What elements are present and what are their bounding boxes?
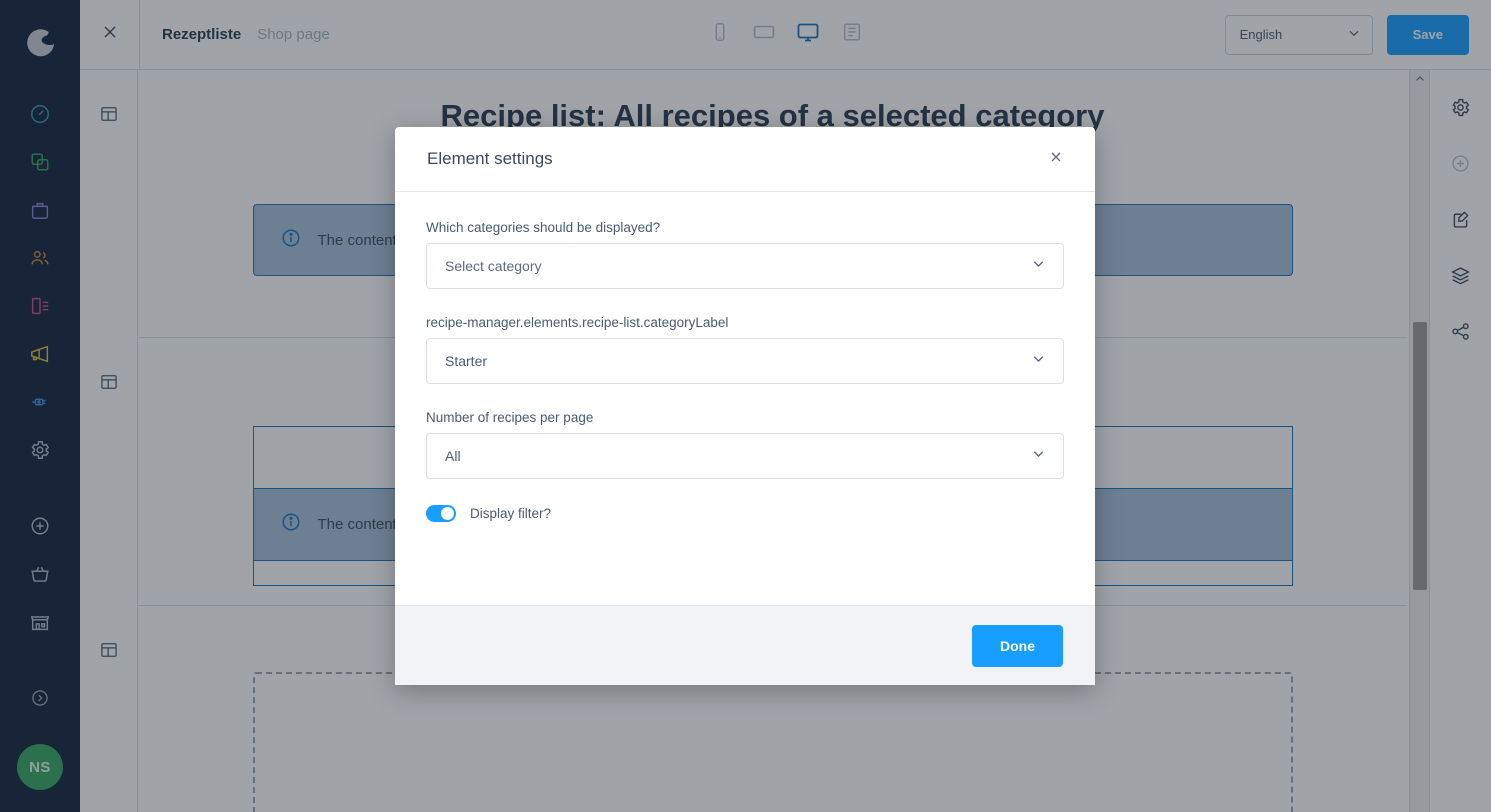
recipes-per-page-select[interactable]: All xyxy=(426,433,1064,479)
category-label-select-value: Starter xyxy=(445,353,488,369)
element-settings-modal: Element settings Which categories should… xyxy=(395,127,1095,685)
field-label: Which categories should be displayed? xyxy=(426,220,661,235)
modal-header: Element settings xyxy=(395,127,1095,192)
category-select[interactable]: Select category xyxy=(426,243,1064,289)
close-icon xyxy=(1048,149,1064,170)
toggle-knob xyxy=(441,507,454,520)
field-category-label: recipe-manager.elements.recipe-list.cate… xyxy=(426,315,1064,384)
display-filter-row: Display filter? xyxy=(426,505,1064,522)
display-filter-label: Display filter? xyxy=(470,506,552,521)
field-label: Number of recipes per page xyxy=(426,410,594,425)
modal-title: Element settings xyxy=(427,149,553,168)
chevron-down-icon xyxy=(1030,350,1047,372)
field-label: recipe-manager.elements.recipe-list.cate… xyxy=(426,315,729,330)
modal-footer: Done xyxy=(395,605,1095,685)
field-recipes-per-page: Number of recipes per page All xyxy=(426,410,1064,479)
editor-window: NS Rezeptliste Shop page English Save Re… xyxy=(0,0,1491,812)
modal-close-button[interactable] xyxy=(1041,144,1071,174)
display-filter-toggle[interactable] xyxy=(426,505,456,522)
category-select-value: Select category xyxy=(445,258,542,274)
chevron-down-icon xyxy=(1030,255,1047,277)
chevron-down-icon xyxy=(1030,445,1047,467)
category-label-select[interactable]: Starter xyxy=(426,338,1064,384)
modal-body: Which categories should be displayed? Se… xyxy=(395,192,1095,605)
recipes-per-page-select-value: All xyxy=(445,448,461,464)
done-button[interactable]: Done xyxy=(972,624,1063,667)
field-category: Which categories should be displayed? Se… xyxy=(426,220,1064,289)
